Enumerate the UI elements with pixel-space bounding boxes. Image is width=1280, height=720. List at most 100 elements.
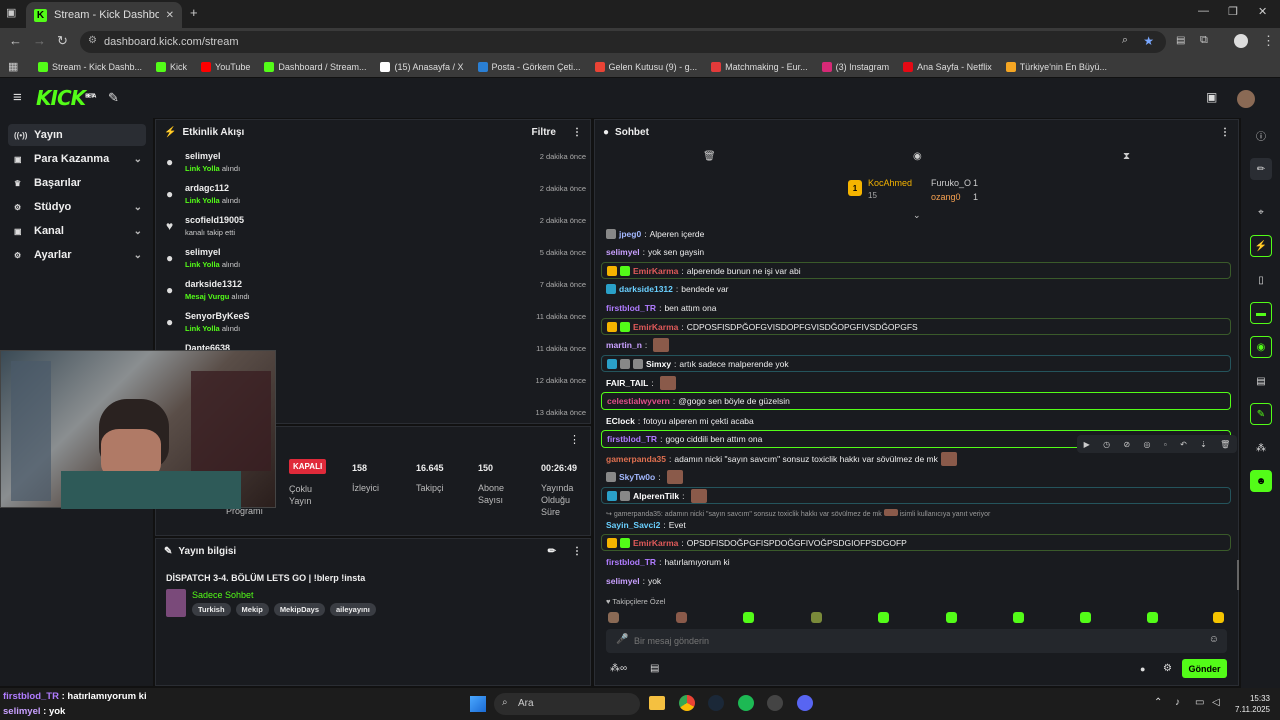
nav-item[interactable]: ▣ Kanal ⌄ [8,220,146,242]
chat-message[interactable]: martin_n: [601,336,1231,353]
bookmark-item[interactable]: Posta - Görkem Çeti... [477,61,581,72]
emote-1[interactable] [608,612,619,623]
hourglass-icon[interactable]: ⧗ [1123,151,1130,162]
chat-message[interactable]: celestialwyvern: @gogo sen böyle de güzel… [601,392,1231,410]
activity-filter-button[interactable]: Filtre [532,127,556,138]
chevron-down-icon[interactable]: ⌄ [134,250,142,261]
activity-user[interactable]: selimyel [185,151,221,161]
tools-icon[interactable]: ✎ [1250,403,1272,425]
chat-rail-icon[interactable]: ▬ [1250,302,1272,324]
start-icon[interactable] [470,696,486,712]
emote-8[interactable] [1080,612,1091,623]
bookmark-item[interactable]: (3) Instagram [821,61,889,72]
trash-icon[interactable]: 🗑 [703,151,716,162]
activity-item[interactable]: ♥ scofield19005 kanalı takip etti 2 dakika … [166,213,586,243]
third-gifter-name[interactable]: ozang0 [931,192,961,202]
chat-filter-icon[interactable]: ◉ [913,151,922,162]
camera-icon[interactable]: ▣ [1206,90,1217,104]
stats-more-icon[interactable]: ⋮ [569,433,580,446]
user-avatar[interactable] [1237,90,1255,108]
points-icon[interactable]: ⁂∞ [610,663,627,674]
stream-info-more-icon[interactable]: ⋮ [572,546,582,557]
bookmark-item[interactable]: Türkiye'nin En Büyü... [1005,61,1107,72]
chat-message[interactable]: SkyTw0o: [601,468,1231,485]
activity-item[interactable]: ● SenyorByKeeS Link Yolla alındı 11 dakika … [166,309,586,339]
stream-tag[interactable]: aileyayını [330,603,376,616]
chevron-down-icon[interactable]: ⌄ [134,202,142,213]
apps-grid-icon[interactable]: ▦ [8,60,18,73]
chat-message-input[interactable] [634,633,1194,649]
emote-2[interactable] [676,612,687,623]
site-info-icon[interactable]: ⚙ [88,35,97,46]
bookmark-star-icon[interactable]: ★ [1143,34,1154,48]
bookmark-item[interactable]: Kick [156,61,187,72]
chat-username[interactable]: firstblod_TR [606,303,656,313]
copy-icon[interactable]: ▫ [1164,440,1167,449]
hamburger-menu-icon[interactable]: ≡ [13,89,22,106]
bookmark-item[interactable]: Stream - Kick Dashb... [38,61,142,72]
nav-item[interactable]: ⚙ Ayarlar ⌄ [8,244,146,266]
chat-username[interactable]: AlperenTilk [633,491,679,501]
obs-icon[interactable] [767,695,783,711]
chat-message[interactable]: darkside1312: bendede var [601,280,1231,297]
edit-tool-icon[interactable]: ✏ [1250,158,1272,180]
stream-tag[interactable]: Turkish [192,603,231,616]
browser-menu-icon[interactable]: ⋮ [1262,33,1275,49]
target-icon[interactable]: ⌖ [1250,201,1272,223]
second-gifter-name[interactable]: Furuko_O [931,178,971,188]
new-tab-icon[interactable]: + [190,5,198,20]
reload-icon[interactable]: ↻ [57,33,68,49]
chat-username[interactable]: martin_n [606,340,642,350]
chat-message[interactable]: FAIR_TAIL: [601,374,1231,391]
expand-leaderboard-icon[interactable]: ⌄ [913,210,921,221]
pin-icon[interactable]: ✎ [108,90,119,106]
category-name[interactable]: Sadece Sohbet [192,590,254,600]
emote-4[interactable] [811,612,822,623]
pin-message-icon[interactable]: ⇣ [1200,440,1207,449]
activity-user[interactable]: darkside1312 [185,279,242,289]
multistream-label[interactable]: Çoklu Yayın [289,483,329,507]
chrome-taskbar-icon[interactable] [679,695,695,711]
volume-icon[interactable]: ◁ [1212,697,1220,708]
emoji-icon[interactable]: ☺ [1209,634,1219,645]
nav-item[interactable]: ♛ Başarılar [8,172,146,194]
extension-icon[interactable]: ▤ [1176,35,1185,46]
bookmark-item[interactable]: YouTube [201,61,250,72]
emote-9[interactable] [1147,612,1158,623]
chat-scrollbar[interactable] [1237,560,1239,590]
chat-settings-icon[interactable]: ⚙ [1163,663,1172,674]
undo-icon[interactable]: ↶ [1180,440,1187,449]
chat-message[interactable]: firstblod_TR: ben attım ona [601,299,1231,316]
url-field[interactable]: ⚙ dashboard.kick.com/stream ⌕ ★ [80,31,1166,53]
chat-message[interactable]: EmirKarma: alperende bunun ne işi var abi [601,262,1231,279]
chat-more-icon[interactable]: ⋮ [1220,127,1230,138]
activity-user[interactable]: ardagc112 [185,183,229,193]
power-icon[interactable]: ⚡ [1250,235,1272,257]
chat-username[interactable]: selimyel [606,247,640,257]
chat-username[interactable]: Sayin_Savci2 [606,520,660,530]
activity-item[interactable]: ● selimyel Link Yolla alındı 5 dakika önce [166,245,586,275]
tray-chevron-icon[interactable]: ⌃ [1154,697,1162,708]
stream-tag[interactable]: MekipDays [273,603,325,616]
forward-icon[interactable]: → [33,33,46,48]
extensions-puzzle-icon[interactable]: ⧉ [1200,34,1208,47]
chevron-down-icon[interactable]: ⌄ [134,154,142,165]
minimize-icon[interactable]: — [1198,5,1209,17]
tab-menu-icon[interactable]: ▣ [6,6,16,19]
timeout-icon[interactable]: ◷ [1103,440,1110,449]
category-thumbnail[interactable] [166,589,186,617]
network-icon[interactable]: ▭ [1195,697,1204,708]
nav-item[interactable]: ▣ Para Kazanma ⌄ [8,148,146,170]
mic-icon[interactable]: 🎤 [616,634,628,645]
nav-item[interactable]: ((•)) Yayın [8,124,146,146]
emote-7[interactable] [1013,612,1024,623]
chat-message[interactable]: jpeg0: Alperen içerde [601,225,1231,242]
chat-username[interactable]: firstblod_TR [607,434,657,444]
info-icon[interactable]: ⓘ [1250,124,1272,146]
chevron-down-icon[interactable]: ⌄ [134,226,142,237]
layers-icon[interactable]: ▤ [1250,370,1272,392]
steam-icon[interactable] [708,695,724,711]
bookmark-item[interactable]: Matchmaking - Eur... [711,61,808,72]
back-icon[interactable]: ← [9,33,22,48]
stream-tag[interactable]: Mekip [235,603,269,616]
